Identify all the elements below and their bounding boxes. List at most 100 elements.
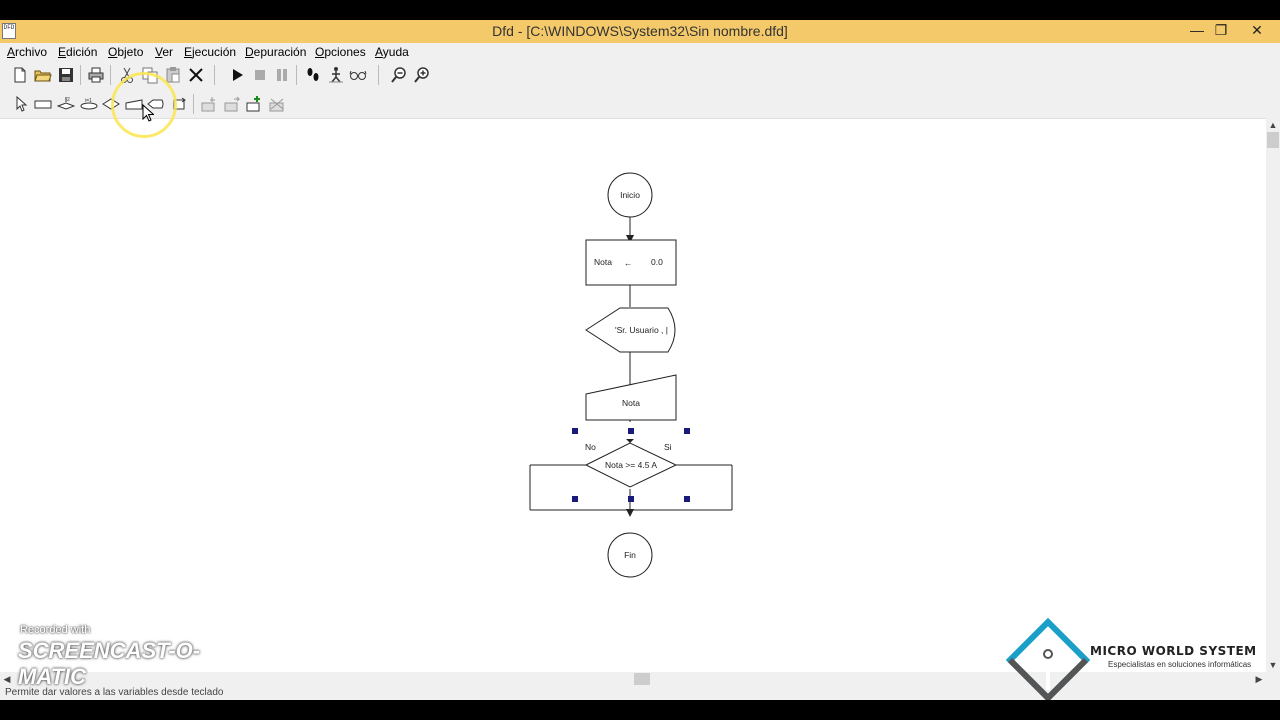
- scroll-up-icon[interactable]: ▲: [1266, 118, 1280, 132]
- company-tagline: Especialistas en soluciones informáticas: [1108, 660, 1252, 669]
- menu-archivo[interactable]: Archivo: [7, 45, 47, 59]
- watch-button[interactable]: [347, 64, 369, 86]
- screen: DFD Dfd - [C:\WINDOWS\System32\Sin nombr…: [0, 0, 1280, 720]
- new-subprogram-icon: [246, 96, 260, 112]
- save-button[interactable]: [55, 64, 77, 86]
- delete-subprogram-button[interactable]: [266, 93, 288, 115]
- select-cursor-icon: [16, 95, 28, 112]
- zoom-in-icon: [414, 67, 429, 83]
- step-walker-icon: [329, 67, 343, 83]
- toolbar-separator: [110, 65, 111, 85]
- toolbar-separator: [214, 65, 215, 85]
- assignment-rect-icon: [34, 100, 52, 109]
- company-logo: MICRO WORLD SYSTEM Especialistas en solu…: [1006, 618, 1274, 700]
- maximize-button[interactable]: ❐: [1204, 20, 1238, 40]
- menu-ver-label: er: [162, 45, 174, 59]
- print-icon: [88, 67, 104, 83]
- insert-subprogram-icon: [201, 97, 215, 112]
- main-toolbar: [0, 64, 380, 86]
- flowchart-canvas[interactable]: Inicio Nota ← 0.0 'Sr. Usuario , | Nota …: [0, 118, 1266, 672]
- start-node[interactable]: Inicio: [607, 172, 653, 218]
- menu-edicion[interactable]: Edición: [58, 45, 97, 59]
- watch-glasses-icon: [349, 70, 367, 80]
- pause-button[interactable]: [271, 64, 293, 86]
- selection-handle[interactable]: [684, 496, 690, 502]
- step-walk-button[interactable]: [325, 64, 347, 86]
- menu-archivo-label: rchivo: [15, 45, 48, 59]
- zoom-in-button[interactable]: [411, 64, 433, 86]
- for-cycle-tool[interactable]: i=1: [78, 93, 100, 115]
- toolbar-separator: [193, 94, 194, 114]
- assignment-node[interactable]: Nota ← 0.0: [585, 239, 677, 286]
- menu-objeto-mnemonic: O: [108, 45, 118, 59]
- zoom-toolbar: [385, 64, 435, 86]
- window-title: Dfd - [C:\WINDOWS\System32\Sin nombre.df…: [492, 23, 788, 39]
- step-footprints-icon: [307, 68, 319, 81]
- assignment-tool[interactable]: [32, 93, 54, 115]
- new-file-button[interactable]: [9, 64, 31, 86]
- delete-subprogram-icon: [269, 98, 284, 112]
- app-window: DFD Dfd - [C:\WINDOWS\System32\Sin nombr…: [0, 20, 1280, 700]
- menu-ayuda[interactable]: Ayuda: [375, 45, 409, 59]
- menu-ayuda-label: yuda: [382, 45, 409, 59]
- stop-button[interactable]: [249, 64, 271, 86]
- menu-bar: Archivo Edición Objeto Ver Ejecución Dep…: [0, 43, 1280, 62]
- print-button[interactable]: [85, 64, 107, 86]
- menu-opciones-mnemonic: O: [315, 45, 325, 59]
- recorder-brand: SCREENCAST-O-MATIC: [18, 638, 201, 689]
- selection-handle[interactable]: [572, 496, 578, 502]
- toolbar-separator: [378, 65, 379, 85]
- title-bar[interactable]: DFD Dfd - [C:\WINDOWS\System32\Sin nombr…: [0, 20, 1280, 43]
- decision-false-label: No: [585, 442, 596, 452]
- select-tool[interactable]: [9, 93, 31, 115]
- run-button[interactable]: [226, 64, 248, 86]
- menu-edicion-mnemonic: E: [58, 45, 67, 59]
- cycle-mientras-icon: 2: [57, 97, 75, 110]
- menu-objeto[interactable]: Objeto: [108, 45, 143, 59]
- zoom-out-button[interactable]: [388, 64, 410, 86]
- open-file-button[interactable]: [32, 64, 54, 86]
- recorded-with-text: Recorded with: [20, 624, 91, 636]
- menu-depuracion[interactable]: Depuración: [245, 45, 306, 59]
- new-file-icon: [14, 67, 26, 83]
- delete-button[interactable]: [185, 64, 207, 86]
- menu-ejecucion-mnemonic: E: [184, 45, 193, 59]
- menu-ejecucion[interactable]: Ejecución: [184, 45, 236, 59]
- scroll-left-icon[interactable]: ◀: [0, 672, 14, 686]
- flowchart: Inicio Nota ← 0.0 'Sr. Usuario , | Nota …: [529, 172, 733, 578]
- output-node[interactable]: 'Sr. Usuario , |: [585, 307, 676, 353]
- open-folder-icon: [34, 70, 52, 82]
- stop-icon: [255, 70, 265, 80]
- menu-depuracion-label: epuración: [253, 45, 307, 59]
- selection-handle[interactable]: [628, 496, 634, 502]
- selection-handle[interactable]: [628, 428, 634, 434]
- menu-opciones-label: pciones: [324, 45, 366, 59]
- vertical-scroll-thumb[interactable]: [1267, 132, 1279, 148]
- while-cycle-tool[interactable]: 2: [55, 93, 77, 115]
- new-subprogram-button[interactable]: [243, 93, 265, 115]
- assignment-value: 0.0: [651, 257, 663, 267]
- svg-text:2: 2: [67, 97, 70, 103]
- menu-edicion-label: dición: [66, 45, 98, 59]
- recorder-watermark: Recorded with SCREENCAST-O-MATIC: [18, 624, 223, 689]
- svg-text:i=1: i=1: [85, 98, 92, 104]
- horizontal-scroll-thumb[interactable]: [634, 673, 650, 685]
- mouse-pointer-icon: [142, 104, 154, 122]
- selection-handle[interactable]: [684, 428, 690, 434]
- step-button[interactable]: [302, 64, 324, 86]
- insert-subprogram-button[interactable]: [198, 93, 220, 115]
- close-button[interactable]: ✕: [1240, 20, 1274, 40]
- next-subprogram-button[interactable]: [221, 93, 243, 115]
- end-node[interactable]: Fin: [607, 532, 653, 578]
- selection-handle[interactable]: [572, 428, 578, 434]
- menu-ver[interactable]: Ver: [155, 45, 173, 59]
- company-name: MICRO WORLD SYSTEM: [1090, 644, 1257, 658]
- zoom-out-icon: [391, 67, 406, 83]
- pause-icon: [277, 69, 287, 81]
- delete-x-icon: [189, 68, 203, 82]
- assignment-arrow: ←: [624, 258, 633, 268]
- vertical-scrollbar[interactable]: ▲ ▼: [1266, 118, 1280, 672]
- end-label: Fin: [624, 550, 636, 560]
- menu-opciones[interactable]: Opciones: [315, 45, 366, 59]
- input-node[interactable]: Nota: [585, 374, 677, 421]
